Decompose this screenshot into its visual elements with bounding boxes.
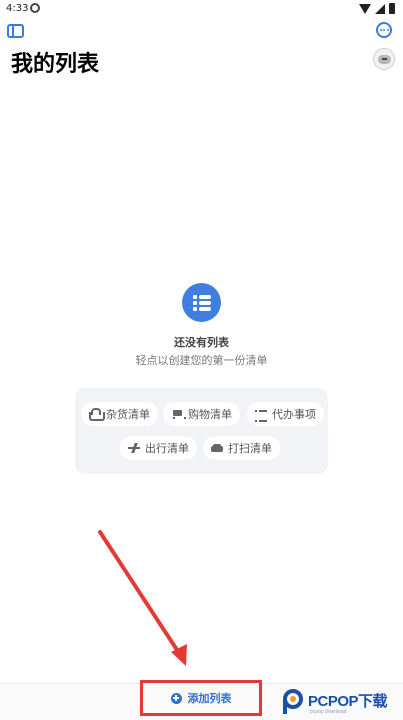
status-bar: 4:33 <box>0 0 403 18</box>
template-panel: 杂货清单 购物清单 代办事项 出行清单 打扫清单 <box>75 388 328 474</box>
template-label: 代办事项 <box>272 408 316 421</box>
add-list-label: 添加列表 <box>187 692 232 705</box>
wifi-icon <box>359 3 371 14</box>
app-notification-icon <box>30 3 40 13</box>
cart-icon <box>171 408 186 420</box>
template-label: 出行清单 <box>145 442 189 455</box>
page-title: 我的列表 <box>11 52 100 77</box>
add-icon <box>170 692 182 704</box>
template-grocery-list[interactable]: 杂货清单 <box>81 402 158 426</box>
template-label: 杂货清单 <box>106 408 150 421</box>
signal-icon <box>375 3 385 14</box>
add-list-button[interactable]: 添加列表 <box>140 680 262 716</box>
status-indicators <box>359 3 395 14</box>
list-icon <box>255 408 267 422</box>
watermark-logo-icon <box>283 687 305 715</box>
status-time: 4:33 <box>6 3 29 14</box>
template-shopping-list[interactable]: 购物清单 <box>163 402 240 426</box>
empty-state-subtitle: 轻点以创建您的第一份清单 <box>135 354 268 367</box>
battery-icon <box>389 3 395 14</box>
more-options-icon[interactable] <box>376 22 392 38</box>
list-empty-icon <box>182 283 221 322</box>
template-travel-list[interactable]: 出行清单 <box>120 436 197 460</box>
template-todo-list[interactable]: 代办事项 <box>247 402 324 426</box>
sidebar-toggle-icon[interactable] <box>7 24 24 38</box>
template-cleaning-list[interactable]: 打扫清单 <box>203 436 280 460</box>
watermark-brand: PCPOP下载 <box>308 693 388 710</box>
empty-state-title: 还没有列表 <box>174 336 229 349</box>
watermark-tagline: pcpop download <box>310 709 347 715</box>
avatar[interactable] <box>373 48 395 70</box>
plane-icon <box>128 442 140 454</box>
template-label: 打扫清单 <box>228 442 272 455</box>
template-label: 购物清单 <box>188 408 232 421</box>
sofa-icon <box>211 442 223 454</box>
basket-icon <box>89 408 105 421</box>
